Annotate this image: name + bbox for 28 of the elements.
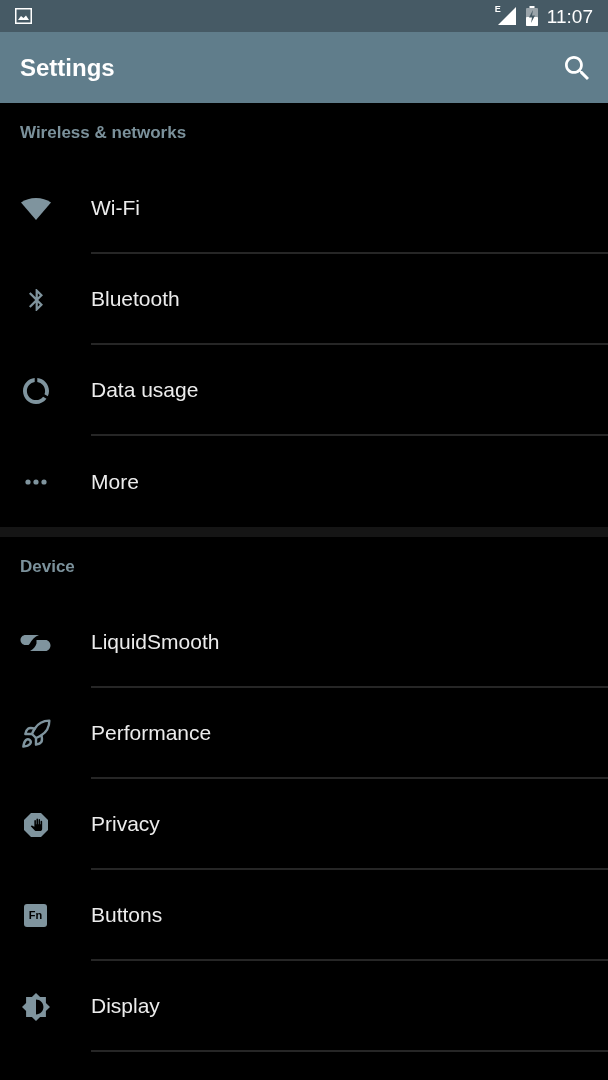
rocket-icon [19,717,52,750]
section-header: Device [20,556,75,579]
settings-item[interactable]: Privacy [0,779,608,870]
section-header: Wireless & networks [20,122,187,145]
settings-item[interactable]: Wi-Fi [0,163,608,254]
settings-item[interactable]: LiquidSmooth [0,597,608,688]
settings-item[interactable]: Display [0,961,608,1052]
wave-blob-icon [20,633,51,652]
brightness-icon [21,992,50,1021]
more-dots-icon [24,478,47,485]
settings-item[interactable]: More [0,436,608,527]
network-type-label: E [494,5,501,14]
search-button[interactable] [563,53,591,82]
wifi-icon [20,197,51,220]
signal-icon [497,7,516,25]
battery-charging-icon [525,6,538,26]
stop-hand-icon [23,812,48,837]
settings-item[interactable]: Performance [0,688,608,779]
settings-item[interactable]: Bluetooth [0,254,608,345]
settings-item[interactable]: Data usage [0,345,608,436]
fn-key-icon: Fn [24,904,47,927]
data-usage-icon [22,377,49,404]
clock-time: 11:07 [546,6,593,26]
bluetooth-icon [28,287,43,312]
image-notification-icon [15,8,32,24]
search-icon [565,55,589,80]
settings-item[interactable]: Fn Buttons [0,870,608,961]
app-bar-title: Settings [20,52,115,83]
